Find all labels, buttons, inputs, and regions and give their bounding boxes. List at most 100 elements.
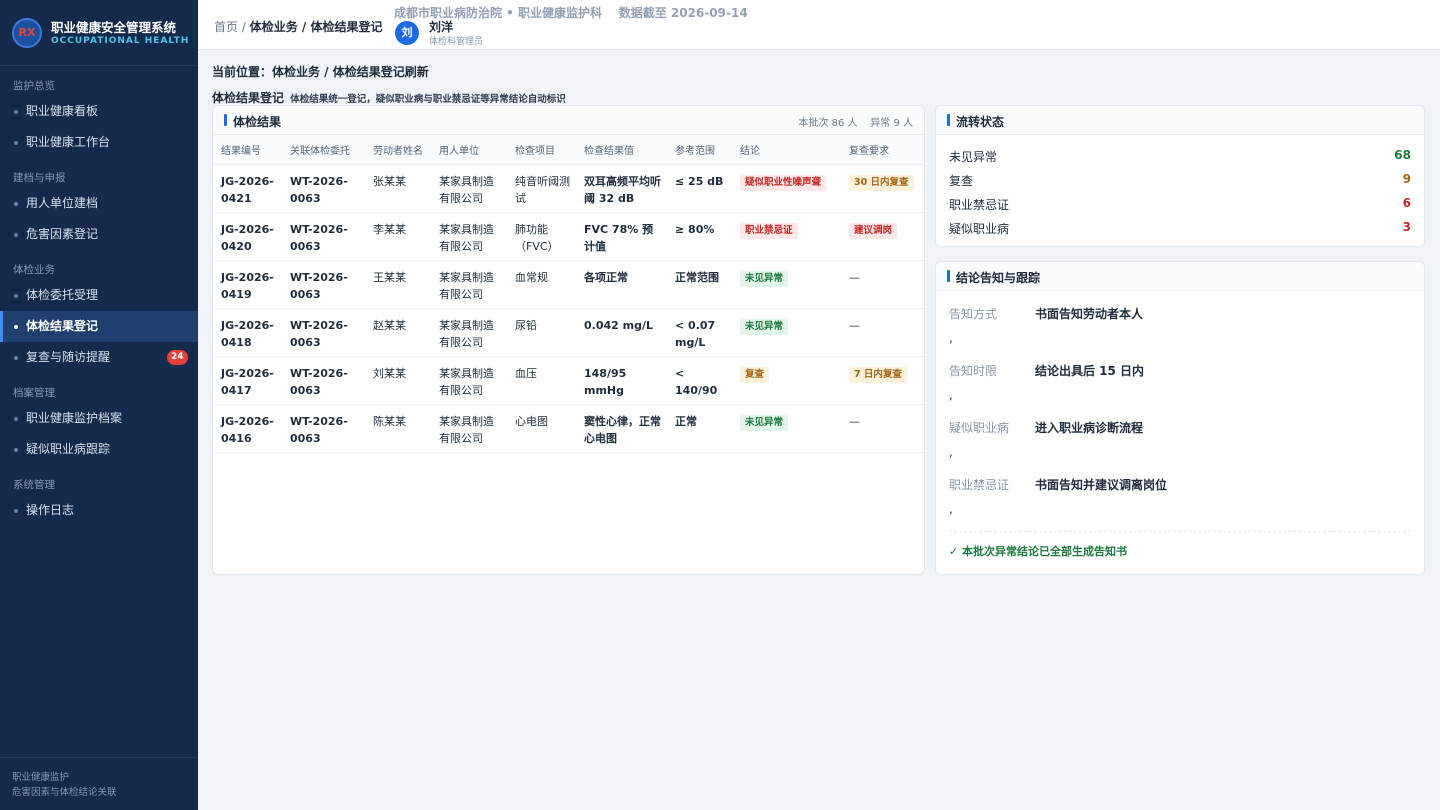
conclusion-cell: 复查: [732, 356, 841, 405]
notify-comma: ,: [949, 388, 953, 402]
footer-line-1: 职业健康监护: [12, 772, 70, 783]
status-count: 9: [1402, 172, 1411, 186]
worker-name-cell: 陈某某: [365, 404, 431, 453]
conclusion-tag: 未见异常: [740, 318, 789, 335]
exam-item: 尿铅: [515, 318, 537, 332]
notify-value: 进入职业病诊断流程: [1035, 421, 1144, 435]
results-meta: 本批次 86 人 异常 9 人: [798, 118, 913, 129]
order-id: WT-2026-0063: [290, 270, 348, 301]
order-id: WT-2026-0063: [290, 222, 348, 253]
reference-range-cell: 正常: [667, 404, 732, 453]
reference-range-cell: < 0.07 mg/L: [667, 308, 732, 357]
reference-range: ≤ 25 dB: [675, 174, 724, 188]
notify-row: 告知方式 书面告知劳动者本人,: [936, 291, 1424, 348]
result-value-cell: 148/95 mmHg: [576, 356, 667, 405]
employer-unit: 某家具制造有限公司: [439, 414, 494, 445]
sidebar-item[interactable]: 体检结果登记: [0, 311, 198, 342]
breadcrumb-home[interactable]: 首页: [214, 20, 238, 34]
exam-item-cell: 心电图: [507, 404, 576, 453]
topbar: 首页 / 体检业务 / 体检结果登记 成都市职业病防治院 • 职业健康监护科 数…: [198, 0, 1440, 50]
table-row[interactable]: JG-2026-0421 WT-2026-0063 张某某 某家具制造有限公司 纯音听阈…: [213, 164, 924, 213]
recheck-requirement-tag: 30 日内复查: [849, 174, 914, 191]
sidebar-item[interactable]: 危害因素登记: [0, 219, 198, 250]
reference-range: 正常范围: [675, 270, 719, 284]
column-header: 结论: [732, 135, 841, 165]
conclusion-tag: 复查: [740, 366, 770, 383]
table-row[interactable]: JG-2026-0416 WT-2026-0063 陈某某 某家具制造有限公司 心电图 窦…: [213, 404, 924, 453]
reference-range-cell: 正常范围: [667, 260, 732, 309]
flow-stats: 未见异常 68 复查 9 职业禁忌证 6 疑似职业病 3: [936, 135, 1424, 240]
notify-key: 告知时限: [949, 364, 998, 378]
column-header: 复查要求: [841, 135, 924, 165]
result-value-cell: 0.042 mg/L: [576, 308, 667, 357]
nav-group-label: 档案管理: [13, 387, 55, 399]
result-id: JG-2026-0416: [221, 414, 274, 445]
result-value: 0.042 mg/L: [584, 318, 653, 332]
sidebar-item[interactable]: 用人单位建档: [0, 188, 198, 219]
avatar[interactable]: 刘: [395, 21, 419, 45]
section-title: 体检结果登记: [212, 91, 285, 105]
bullet-dot-icon: [14, 233, 18, 237]
status-label: 职业禁忌证: [949, 198, 1010, 212]
notify-comma: ,: [949, 331, 953, 345]
order-id-cell: WT-2026-0063: [282, 356, 365, 405]
bullet-dot-icon: [14, 110, 18, 114]
order-id-cell: WT-2026-0063: [282, 212, 365, 261]
sidebar-item[interactable]: 操作日志: [0, 495, 198, 526]
conclusion-cell: 未见异常: [732, 308, 841, 357]
notify-key: 告知方式: [949, 307, 998, 321]
bullet-dot-icon: [14, 356, 18, 360]
app-subtitle: OCCUPATIONAL HEALTH: [51, 35, 190, 46]
bullet-dot-icon: [14, 509, 18, 513]
table-row[interactable]: JG-2026-0417 WT-2026-0063 刘某某 某家具制造有限公司 血压 14…: [213, 356, 924, 405]
notify-value: 书面告知并建议调离岗位: [1035, 478, 1168, 492]
reference-range-cell: < 140/90: [667, 356, 732, 405]
conclusion-cell: 未见异常: [732, 260, 841, 309]
result-id-cell: JG-2026-0420: [213, 212, 282, 261]
nav-group-label: 监护总览: [13, 80, 55, 92]
status-label: 复查: [949, 174, 974, 188]
status-row: 职业禁忌证 6: [936, 192, 1424, 216]
sidebar-item[interactable]: 职业健康工作台: [0, 127, 198, 158]
title-accent-bar: [224, 114, 227, 126]
column-header: 结果编号: [213, 135, 282, 165]
result-id-cell: JG-2026-0417: [213, 356, 282, 405]
order-id-cell: WT-2026-0063: [282, 308, 365, 357]
sidebar-item[interactable]: 职业健康监护档案: [0, 403, 198, 434]
notify-key: 职业禁忌证: [949, 478, 1010, 492]
result-value: FVC 78% 预计值: [584, 222, 654, 253]
results-title: 体检结果: [233, 115, 282, 129]
sidebar-item[interactable]: 职业健康看板: [0, 96, 198, 127]
column-header: 检查结果值: [576, 135, 667, 165]
worker-name: 刘某某: [373, 366, 406, 380]
breadcrumb-separator: /: [241, 20, 246, 34]
employer-unit: 某家具制造有限公司: [439, 318, 494, 349]
order-id: WT-2026-0063: [290, 414, 348, 445]
sidebar-item[interactable]: 复查与随访提醒 24: [0, 342, 198, 373]
status-row: 复查 9: [936, 168, 1424, 192]
column-header: 检查项目: [507, 135, 576, 165]
column-header: 参考范围: [667, 135, 732, 165]
sidebar-item-label: 职业健康工作台: [26, 135, 111, 149]
employer-unit-cell: 某家具制造有限公司: [431, 356, 507, 405]
worker-name-cell: 王某某: [365, 260, 431, 309]
sidebar-item[interactable]: 疑似职业病跟踪: [0, 434, 198, 465]
sidebar-item-label: 职业健康看板: [26, 104, 99, 118]
worker-name-cell: 赵某某: [365, 308, 431, 357]
recheck-requirement: —: [849, 270, 860, 284]
bullet-dot-icon: [14, 202, 18, 206]
exam-item-cell: 纯音听阈测试: [507, 164, 576, 213]
sidebar-item[interactable]: 体检委托受理: [0, 280, 198, 311]
breadcrumb-current: 体检业务 / 体检结果登记: [249, 20, 383, 34]
user-role: 体检科管理员: [429, 37, 484, 47]
recheck-requirement-cell: 30 日内复查: [841, 164, 924, 213]
title-accent-bar: [947, 270, 950, 282]
section-header: 体检结果登记 体检结果统一登记，疑似职业病与职业禁忌证等异常结论自动标识: [212, 89, 566, 106]
table-row[interactable]: JG-2026-0419 WT-2026-0063 王某某 某家具制造有限公司 血常规 各…: [213, 260, 924, 309]
conclusion-cell: 职业禁忌证: [732, 212, 841, 261]
status-count: 6: [1402, 196, 1411, 210]
table-row[interactable]: JG-2026-0420 WT-2026-0063 李某某 某家具制造有限公司 肺功能（…: [213, 212, 924, 261]
notify-key: 疑似职业病: [949, 421, 1010, 435]
table-row[interactable]: JG-2026-0418 WT-2026-0063 赵某某 某家具制造有限公司 尿铅 0.…: [213, 308, 924, 357]
worker-name: 李某某: [373, 222, 406, 236]
